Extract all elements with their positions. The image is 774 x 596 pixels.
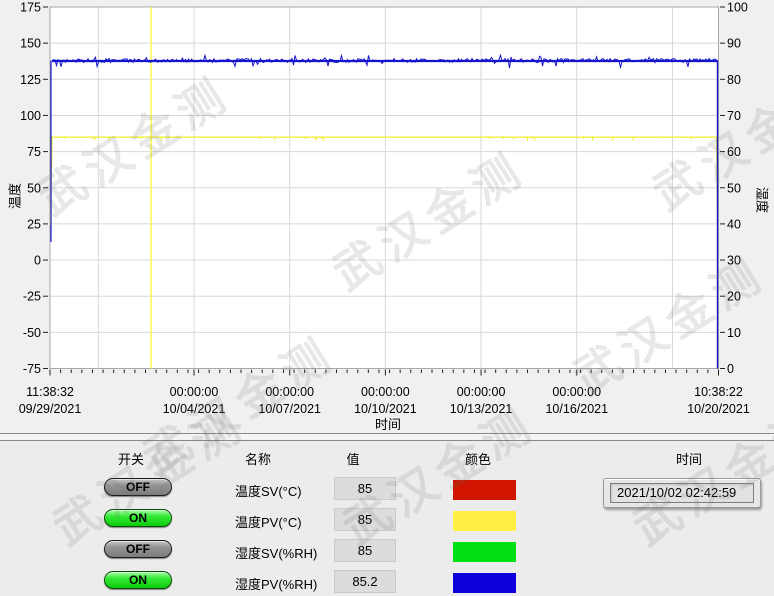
switch-button-hum-pv[interactable]: ON: [104, 571, 172, 589]
x-tick-date: 09/29/2021: [19, 402, 82, 416]
channel-value: 85.2: [334, 570, 396, 593]
time-display: 2021/10/02 02:42:59: [610, 483, 754, 503]
y-right-label: 10: [727, 326, 741, 340]
channel-row-hum-pv: ON 湿度PV(%RH) 85.2: [0, 570, 774, 596]
channel-name: 湿度SV(%RH): [235, 543, 317, 562]
x-tick-time: 00:00:00: [170, 385, 219, 399]
header-time: 时间: [676, 449, 702, 468]
x-tick-time: 10:38:22: [694, 385, 743, 399]
y-right-label: 60: [727, 145, 741, 159]
header-color: 颜色: [465, 449, 491, 468]
y-right-label: 20: [727, 290, 741, 304]
y-left-label: 100: [20, 109, 41, 123]
y-right-label: 100: [727, 1, 748, 15]
switch-button-hum-sv[interactable]: OFF: [104, 540, 172, 558]
x-tick-date: 10/04/2021: [163, 402, 226, 416]
control-panel: 开关 名称 值 颜色 时间 OFF 温度SV(°C) 85 ON 温度PV(°C…: [0, 441, 774, 596]
channel-row-hum-sv: OFF 湿度SV(%RH) 85: [0, 539, 774, 565]
y-left-label: 25: [27, 217, 41, 231]
y-left-label: -25: [23, 290, 41, 304]
channel-color-swatch: [453, 573, 516, 593]
switch-button-temp-sv[interactable]: OFF: [104, 478, 172, 496]
channel-value: 85: [334, 508, 396, 531]
x-tick-date: 10/16/2021: [545, 402, 608, 416]
y-left-label: 150: [20, 37, 41, 51]
y-left-label: -50: [23, 326, 41, 340]
y-right-label: 40: [727, 217, 741, 231]
y-left-label: 50: [27, 181, 41, 195]
header-name: 名称: [245, 449, 271, 468]
switch-button-temp-pv[interactable]: ON: [104, 509, 172, 527]
x-tick-date: 10/20/2021: [687, 402, 750, 416]
y-axis-title-left: 温度: [5, 183, 24, 209]
x-tick-time: 00:00:00: [552, 385, 601, 399]
y-left-label: 0: [34, 254, 41, 268]
x-tick-date: 10/07/2021: [258, 402, 321, 416]
y-right-label: 90: [727, 37, 741, 51]
channel-color-swatch: [453, 480, 516, 500]
separator: [0, 433, 774, 441]
channel-value: 85: [334, 539, 396, 562]
x-tick-date: 10/13/2021: [450, 402, 513, 416]
channel-name: 湿度PV(%RH): [235, 574, 317, 593]
channel-name: 温度PV(°C): [235, 512, 302, 531]
x-axis-title: 时间: [375, 414, 401, 433]
header-switch: 开关: [118, 449, 144, 468]
channel-color-swatch: [453, 542, 516, 562]
y-right-label: 70: [727, 109, 741, 123]
x-tick-time: 00:00:00: [265, 385, 314, 399]
y-right-label: 80: [727, 73, 741, 87]
y-right-label: 30: [727, 254, 741, 268]
channel-name: 温度SV(°C): [235, 481, 302, 500]
channel-row-temp-pv: ON 温度PV(°C) 85: [0, 508, 774, 534]
y-left-label: -75: [23, 362, 41, 376]
channel-color-swatch: [453, 511, 516, 531]
datalogger-window: -75 -50 -25 0 25 50 75 100 125 150 175 0 10 20 30 40 50 6…: [0, 0, 774, 596]
x-tick-time: 11:38:32: [26, 385, 74, 399]
trend-chart: -75 -50 -25 0 25 50 75 100 125 150 175 0 10 20 30 40 50 6…: [0, 0, 774, 434]
x-tick-time: 00:00:00: [457, 385, 506, 399]
y-left-label: 125: [20, 73, 41, 87]
y-left-label: 75: [27, 145, 41, 159]
channel-value: 85: [334, 477, 396, 500]
y-axis-title-right: 湿度: [754, 187, 773, 213]
y-right-label: 50: [727, 181, 741, 195]
header-value: 值: [346, 449, 359, 468]
y-left-label: 175: [20, 1, 41, 15]
x-tick-time: 00:00:00: [361, 385, 410, 399]
y-right-label: 0: [727, 362, 734, 376]
time-display-frame: 2021/10/02 02:42:59: [603, 478, 761, 508]
